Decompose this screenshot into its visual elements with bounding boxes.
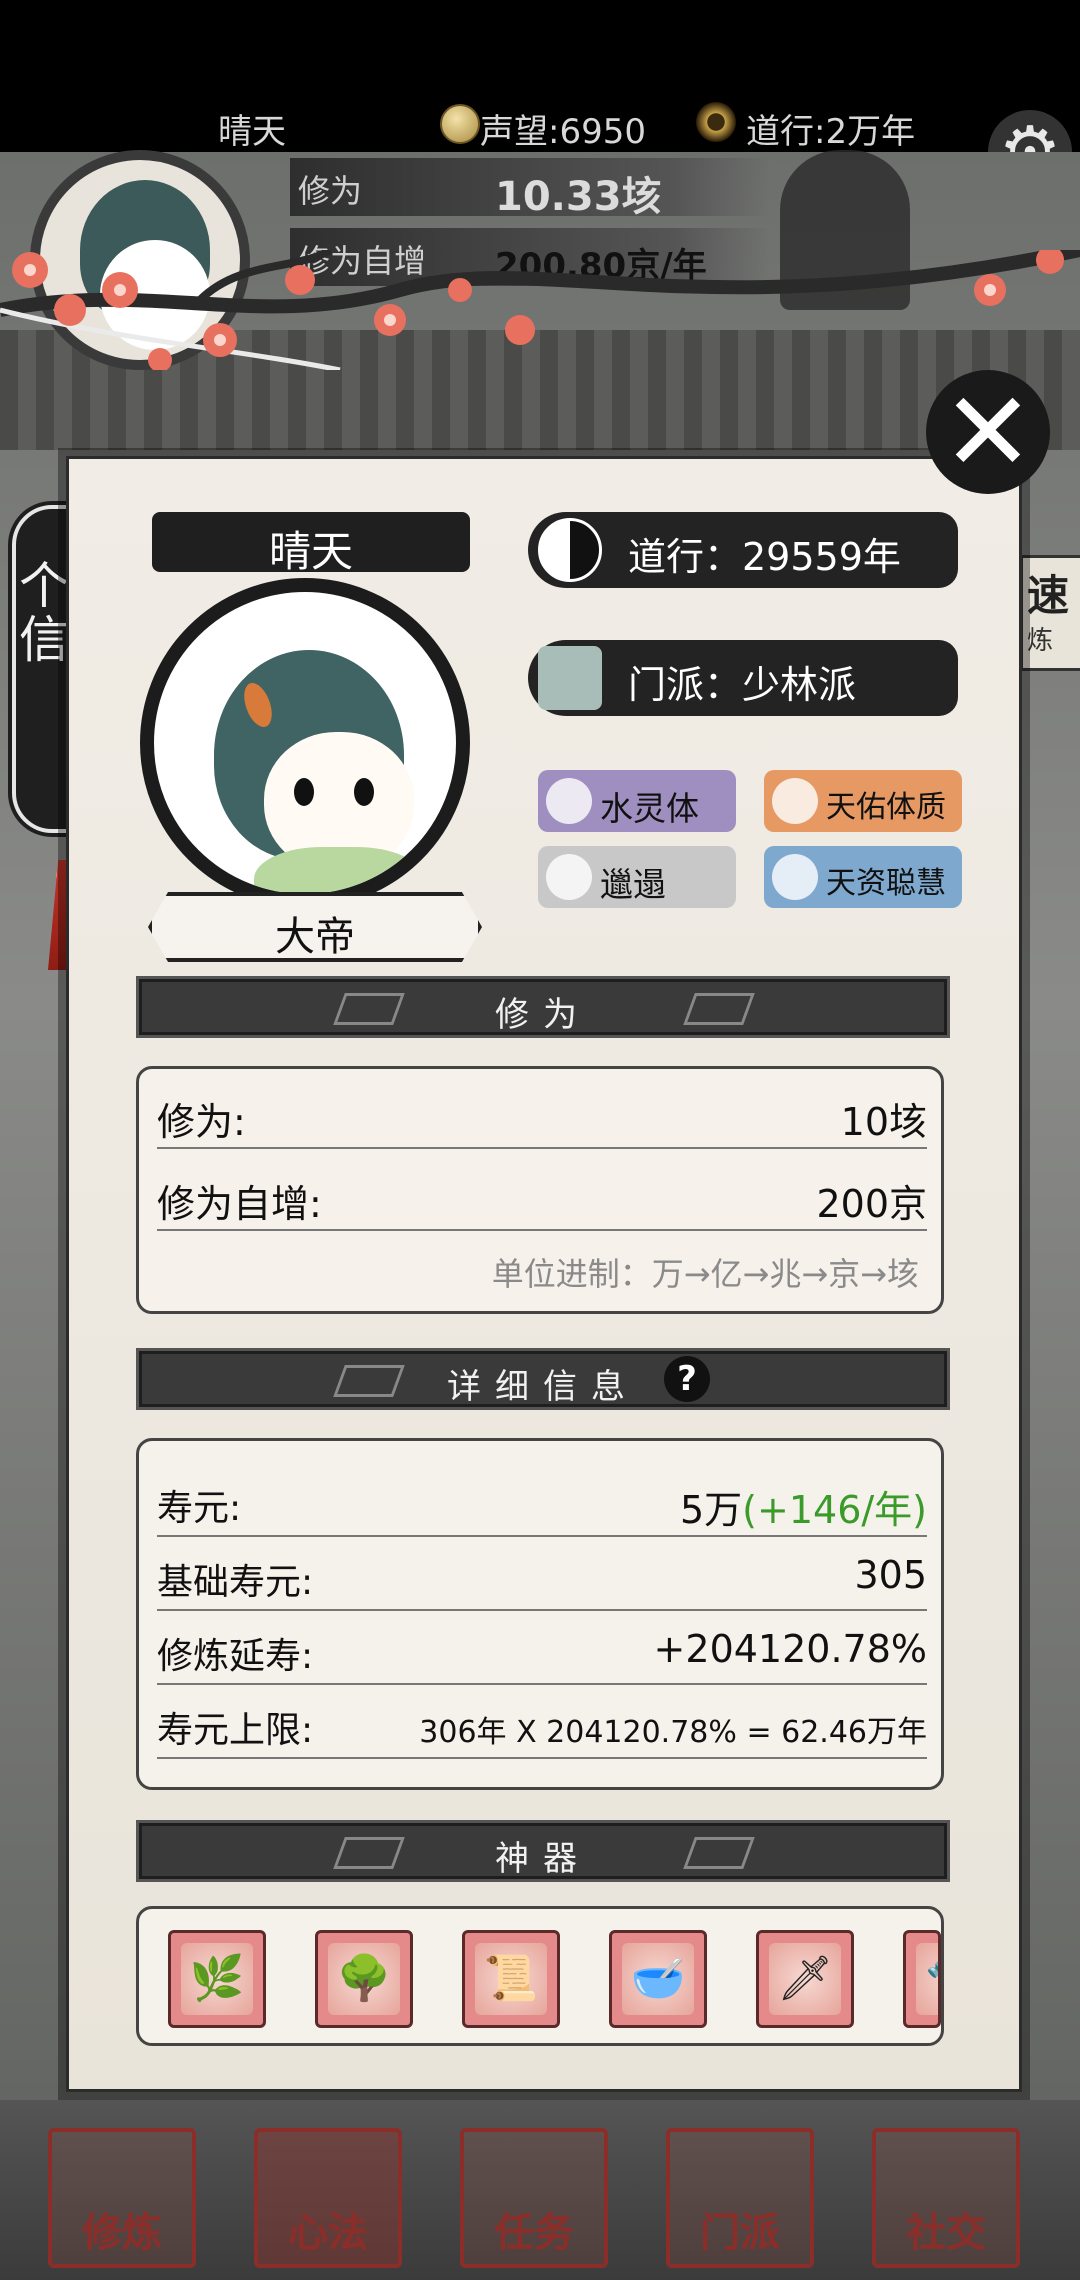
base-lifespan-row: 基础寿元: 305 [157,1539,927,1611]
lifespan-gain: (+146/年) [742,1488,927,1532]
lifespan-limit-value: 306年 X 204120.78% = 62.46万年 [419,1715,927,1750]
lifespan-extension-value: +204120.78% [653,1627,927,1671]
nav-label: 心法 [288,2210,368,2256]
reputation-coin-icon [440,104,480,144]
scroll-icon [772,854,818,900]
cultivation-value: 10垓 [840,1100,927,1144]
lifespan-value-group: 5万(+146/年) [680,1479,927,1534]
nav-label: 社交 [906,2210,986,2256]
cultivation-rate-row: 修为自增: 200京 [157,1159,927,1231]
cultivation-rate-label: 修为自增: [157,1182,322,1226]
dao-info-bar: 道行：29559年 [528,512,958,588]
fist-icon [772,778,818,824]
sect-info-bar: 门派：少林派 [528,640,958,716]
scroll-icon [546,854,592,900]
nav-label: 修炼 [82,2210,162,2256]
unit-note: 单位进制：万→亿→兆→京→垓 [491,1255,919,1293]
cultivation-rate-value: 200京 [816,1182,927,1226]
artifact-sword-icon[interactable]: 🗡 [756,1930,854,2028]
details-header: 详细信息 [136,1348,950,1410]
nav-cultivate[interactable]: 修炼 [48,2128,196,2268]
lifespan-limit-label: 寿元上限: [157,1710,314,1751]
dao-coin-icon [696,102,736,142]
hud-cultivation-bar: 修为 10.33垓 [290,158,770,220]
cultivation-header: 修为 [136,976,950,1038]
trait-tag-sloppy[interactable]: 邋遢 [538,846,736,908]
artifact-partial-icon[interactable]: 🔨 [903,1930,941,2028]
help-icon[interactable]: ? [664,1356,710,1402]
close-icon[interactable]: ✕ [926,370,1050,494]
hud-cultivation-value: 10.33垓 [495,174,662,220]
right-tab-sub: 炼 [1027,626,1054,656]
artifact-scroll-icon[interactable]: 📜 [462,1930,560,2028]
lifespan-extension-label: 修炼延寿: [157,1636,314,1677]
base-lifespan-label: 基础寿元: [157,1562,314,1603]
artifact-vase-icon[interactable]: 🌿 [168,1930,266,2028]
lifespan-limit-row: 寿元上限: 306年 X 204120.78% = 62.46万年 [157,1687,927,1759]
trait-label: 天资聪慧 [826,866,946,901]
details-header-label: 详细信息 [447,1367,639,1407]
dao-text: 道行:2万年 [746,112,916,152]
rank-label: 大帝 [275,914,355,960]
nav-sect[interactable]: 门派 [666,2128,814,2268]
reputation-text: 声望:6950 [480,112,646,152]
player-name: 晴天 [218,112,286,152]
name-banner: 晴天 [152,512,470,576]
details-card: 寿元: 5万(+146/年) 基础寿元: 305 修炼延寿: +204120.7… [136,1438,944,1790]
cultivation-row: 修为: 10垓 [157,1077,927,1149]
cultivation-header-label: 修为 [495,995,591,1035]
rank-plate: 大帝 [148,892,482,962]
trait-tag-water-body[interactable]: 水灵体 [538,770,736,832]
trait-tag-talented[interactable]: 天资聪慧 [764,846,962,908]
lifespan-extension-row: 修炼延寿: +204120.78% [157,1613,927,1685]
trait-label: 天佑体质 [826,790,946,825]
trait-label: 水灵体 [600,789,699,828]
hud-cultivation-label: 修为 [298,172,363,210]
right-tab-title: 速 [1027,571,1070,620]
dao-info-text: 道行：29559年 [628,535,901,579]
profile-name: 晴天 [268,527,353,576]
artifact-bowl-icon[interactable]: 🥣 [609,1930,707,2028]
trait-tag-blessed[interactable]: 天佑体质 [764,770,962,832]
character-portrait [140,578,470,908]
yin-yang-icon [538,518,602,582]
nav-social[interactable]: 社交 [872,2128,1020,2268]
plum-blossom-branch [0,250,1080,370]
temple-icon [538,646,602,710]
nav-tasks[interactable]: 任务 [460,2128,608,2268]
scroll-icon [546,778,592,824]
nav-label: 门派 [700,2210,780,2256]
artifacts-header-label: 神器 [495,1839,591,1879]
lifespan-label: 寿元: [157,1488,242,1529]
base-lifespan-value: 305 [854,1553,927,1597]
artifacts-header: 神器 [136,1820,950,1882]
right-side-tab[interactable]: 速 炼 [1020,555,1080,671]
lifespan-value: 5万 [679,1488,743,1532]
lifespan-row: 寿元: 5万(+146/年) [157,1465,927,1537]
nav-label: 任务 [494,2210,574,2256]
trait-label: 邋遢 [600,865,666,904]
sect-info-text: 门派：少林派 [628,663,857,707]
cultivation-card: 修为: 10垓 修为自增: 200京 单位进制：万→亿→兆→京→垓 [136,1066,944,1314]
artifact-bonsai-icon[interactable]: 🌳 [315,1930,413,2028]
nav-method[interactable]: 心法 [254,2128,402,2268]
cultivation-label: 修为: [157,1100,246,1144]
